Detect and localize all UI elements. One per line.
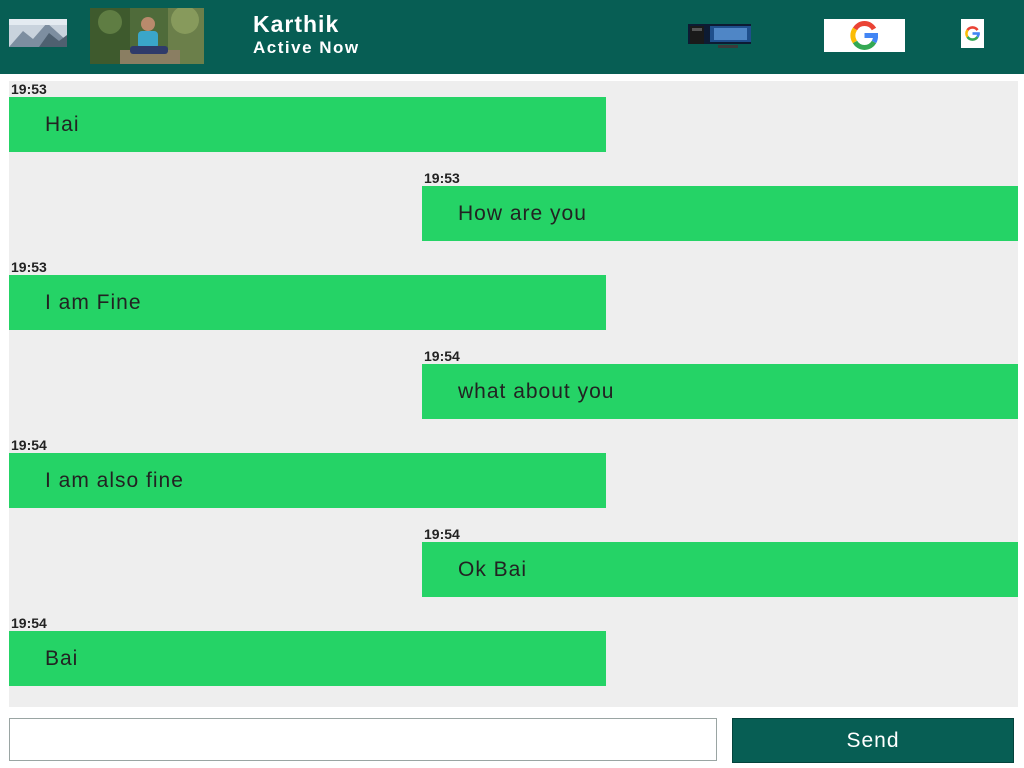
message-timestamp: 19:53 (11, 259, 47, 275)
message-timestamp: 19:54 (11, 437, 47, 453)
message-row: 19:53 How are you (422, 170, 1018, 241)
message-row: 19:54 I am also fine (9, 437, 606, 508)
message-row: 19:53 Hai (9, 81, 606, 152)
send-button[interactable]: Send (732, 718, 1014, 763)
message-row: 19:54 Bai (9, 615, 606, 686)
message-bubble: Hai (9, 97, 606, 152)
message-timestamp: 19:54 (424, 526, 460, 542)
chat-app: Karthik Active Now 19:53 Hai 19:53 How a… (0, 0, 1024, 768)
back-photo-icon[interactable] (9, 19, 67, 47)
message-bubble: I am also fine (9, 453, 606, 508)
google-g-icon[interactable] (961, 19, 984, 48)
message-timestamp: 19:54 (424, 348, 460, 364)
message-row: 19:53 I am Fine (9, 259, 606, 330)
message-timestamp: 19:54 (11, 615, 47, 631)
message-list[interactable]: 19:53 Hai 19:53 How are you 19:53 I am Fine 19… (9, 81, 1018, 707)
message-bubble: How are you (422, 186, 1018, 241)
message-row: 19:54 Ok Bai (422, 526, 1018, 597)
message-bubble: Ok Bai (422, 542, 1018, 597)
message-timestamp: 19:53 (11, 81, 47, 97)
contact-status: Active Now (253, 38, 360, 57)
contact-name: Karthik (253, 11, 340, 37)
chat-header: Karthik Active Now (0, 0, 1024, 74)
avatar[interactable] (90, 8, 204, 64)
message-bubble: Bai (9, 631, 606, 686)
message-row: 19:54 what about you (422, 348, 1018, 419)
monitor-icon[interactable] (688, 22, 751, 50)
message-bubble: I am Fine (9, 275, 606, 330)
message-bubble: what about you (422, 364, 1018, 419)
google-logo-icon[interactable] (824, 19, 905, 52)
message-timestamp: 19:53 (424, 170, 460, 186)
message-input[interactable] (9, 718, 717, 761)
